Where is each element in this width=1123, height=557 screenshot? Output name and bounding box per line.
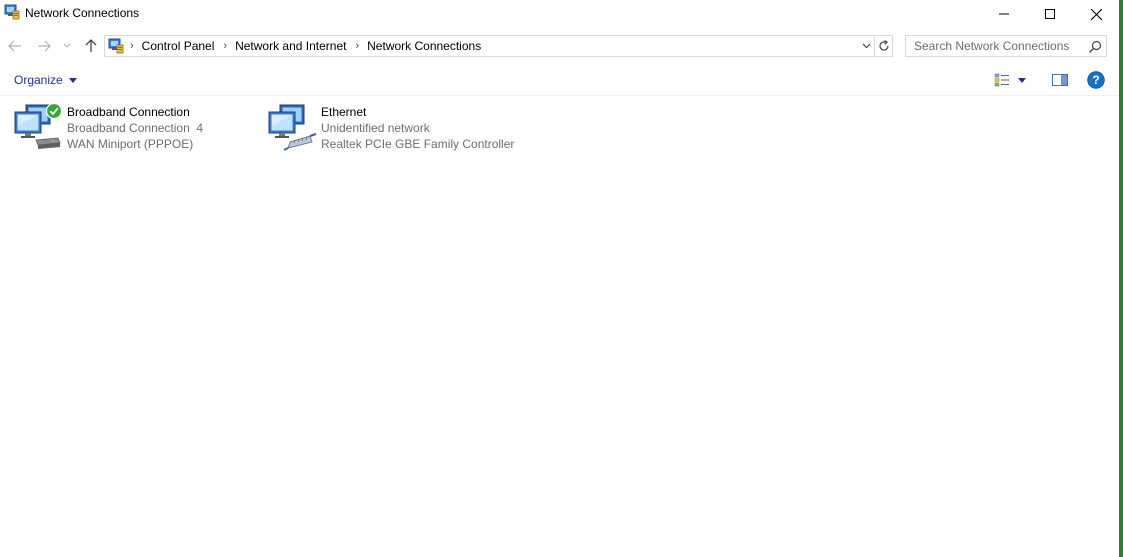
preview-pane-icon bbox=[1052, 74, 1068, 86]
help-icon: ? bbox=[1087, 71, 1105, 89]
refresh-icon bbox=[879, 40, 889, 51]
connection-status: Broadband Connection 4 bbox=[67, 121, 204, 135]
window-edge bbox=[1119, 0, 1123, 557]
organize-label: Organize bbox=[14, 73, 63, 87]
breadcrumb-separator-icon[interactable]: › bbox=[130, 40, 134, 52]
close-button[interactable] bbox=[1073, 0, 1119, 28]
back-button[interactable] bbox=[5, 36, 25, 56]
connection-item-broadband[interactable]: Broadband Connection Broadband Connectio… bbox=[12, 102, 262, 154]
caret-down-icon[interactable] bbox=[1018, 77, 1026, 83]
recent-locations-button[interactable] bbox=[60, 36, 74, 56]
address-history-dropdown[interactable] bbox=[857, 36, 875, 56]
network-connections-app-icon bbox=[4, 4, 20, 20]
forward-button[interactable] bbox=[34, 36, 54, 56]
minimize-icon bbox=[999, 13, 1009, 15]
close-icon bbox=[1090, 8, 1102, 20]
maximize-button[interactable] bbox=[1027, 0, 1073, 28]
connection-status: Unidentified network bbox=[321, 121, 430, 135]
control-panel-icon bbox=[108, 38, 124, 54]
arrow-up-icon bbox=[85, 39, 97, 52]
chevron-down-icon bbox=[862, 43, 870, 49]
refresh-button[interactable] bbox=[874, 36, 893, 56]
change-view-button[interactable] bbox=[994, 70, 1036, 90]
navigation-bar: › Control Panel › Network and Internet ›… bbox=[0, 28, 1119, 64]
preview-pane-button[interactable] bbox=[1049, 70, 1071, 90]
connection-name: Broadband Connection bbox=[67, 105, 190, 119]
help-button[interactable]: ? bbox=[1086, 70, 1106, 90]
connection-item-ethernet[interactable]: Ethernet Unidentified network Realtek PC… bbox=[266, 102, 516, 154]
minimize-button[interactable] bbox=[981, 0, 1027, 28]
command-bar: Organize ? bbox=[0, 64, 1119, 96]
search-box[interactable] bbox=[905, 35, 1107, 57]
maximize-icon bbox=[1045, 9, 1055, 19]
connection-device: WAN Miniport (PPPOE) bbox=[67, 137, 194, 151]
breadcrumb: › Control Panel › Network and Internet ›… bbox=[130, 39, 490, 53]
connection-details: Ethernet Unidentified network Realtek PC… bbox=[321, 104, 514, 152]
breadcrumb-separator-icon[interactable]: › bbox=[355, 40, 359, 52]
chevron-down-icon bbox=[63, 43, 71, 48]
connection-name: Ethernet bbox=[321, 105, 367, 119]
arrow-right-icon bbox=[38, 40, 51, 52]
organize-button[interactable]: Organize bbox=[8, 70, 83, 90]
search-icon[interactable] bbox=[1087, 39, 1103, 55]
breadcrumb-network-and-internet[interactable]: Network and Internet bbox=[235, 39, 346, 53]
window-title: Network Connections bbox=[25, 6, 140, 20]
view-details-icon bbox=[994, 73, 1009, 87]
breadcrumb-separator-icon[interactable]: › bbox=[223, 40, 227, 52]
arrow-left-icon bbox=[8, 40, 21, 52]
connection-details: Broadband Connection Broadband Connectio… bbox=[67, 104, 203, 152]
up-button[interactable] bbox=[81, 36, 101, 56]
breadcrumb-network-connections[interactable]: Network Connections bbox=[367, 39, 481, 53]
address-bar[interactable]: › Control Panel › Network and Internet ›… bbox=[104, 35, 893, 57]
svg-text:?: ? bbox=[1092, 73, 1099, 87]
broadband-connection-icon bbox=[12, 102, 64, 152]
caret-down-icon bbox=[68, 77, 77, 83]
breadcrumb-control-panel[interactable]: Control Panel bbox=[142, 39, 215, 53]
connections-list: Broadband Connection Broadband Connectio… bbox=[0, 96, 1119, 557]
ethernet-connection-icon bbox=[266, 102, 318, 152]
connection-device: Realtek PCIe GBE Family Controller bbox=[321, 137, 515, 151]
title-bar: Network Connections bbox=[0, 0, 1119, 28]
search-input[interactable] bbox=[906, 36, 1084, 56]
